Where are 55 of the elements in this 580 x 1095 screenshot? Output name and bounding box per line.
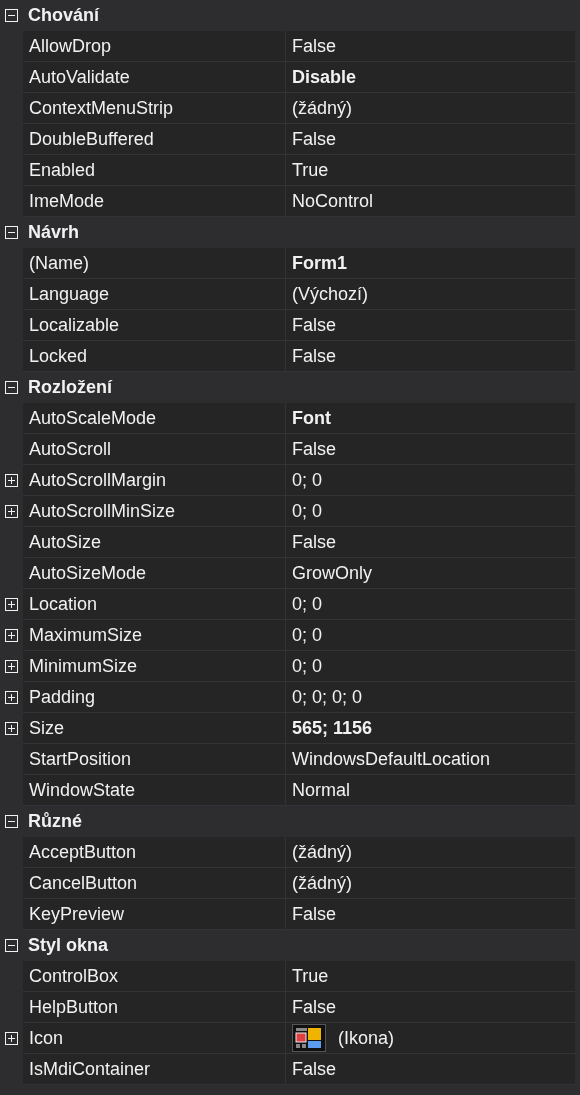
property-value[interactable]: Font — [292, 407, 331, 429]
category-header[interactable]: Rozložení — [23, 372, 112, 403]
property-value[interactable]: False — [292, 903, 336, 925]
expand-icon[interactable] — [5, 660, 18, 673]
expand-icon[interactable] — [5, 722, 18, 735]
category-header[interactable]: Styl okna — [23, 930, 109, 961]
property-value[interactable]: 565; 1156 — [292, 717, 373, 739]
collapse-icon[interactable] — [5, 226, 18, 239]
property-value[interactable]: (žádný) — [292, 872, 353, 894]
property-value[interactable]: 0; 0 — [292, 469, 323, 491]
category-header[interactable]: Návrh — [23, 217, 80, 248]
property-value[interactable]: Disable — [292, 66, 357, 88]
property-value[interactable]: True — [292, 965, 329, 987]
property-value[interactable]: 0; 0 — [292, 655, 323, 677]
property-value[interactable]: GrowOnly — [292, 562, 372, 584]
category-header[interactable]: Různé — [23, 806, 82, 837]
collapse-icon[interactable] — [5, 815, 18, 828]
collapse-icon[interactable] — [5, 939, 18, 952]
property-value[interactable]: 0; 0 — [292, 500, 323, 522]
property-value[interactable]: False — [292, 531, 336, 553]
property-name[interactable]: (Name) — [29, 252, 89, 274]
expand-icon[interactable] — [5, 1032, 18, 1045]
collapse-icon[interactable] — [5, 9, 18, 22]
expand-icon[interactable] — [5, 691, 18, 704]
property-value[interactable]: False — [292, 345, 336, 367]
expand-icon[interactable] — [5, 505, 18, 518]
expand-icon[interactable] — [5, 474, 18, 487]
property-value[interactable]: False — [292, 438, 336, 460]
property-name[interactable]: AutoSize — [29, 531, 102, 553]
property-value[interactable]: 0; 0 — [292, 624, 323, 646]
property-value[interactable]: False — [292, 314, 336, 336]
image-icon — [292, 1024, 326, 1052]
property-value[interactable]: False — [292, 128, 336, 150]
property-value[interactable]: Normal — [292, 779, 350, 801]
property-value[interactable]: False — [292, 996, 336, 1018]
property-value[interactable]: (Výchozí) — [292, 283, 369, 305]
property-name[interactable]: Padding — [29, 686, 96, 708]
property-name[interactable]: Enabled — [29, 159, 96, 181]
property-name[interactable]: Locked — [29, 345, 88, 367]
category-header[interactable]: Chování — [23, 0, 99, 31]
property-value[interactable]: Form1 — [292, 252, 347, 274]
property-value[interactable]: (žádný) — [292, 841, 353, 863]
property-value[interactable]: 0; 0; 0; 0 — [292, 686, 363, 708]
expand-icon[interactable] — [5, 598, 18, 611]
property-value[interactable]: False — [292, 1058, 336, 1080]
property-value[interactable]: False — [292, 35, 336, 57]
property-value[interactable]: (žádný) — [292, 97, 353, 119]
property-value[interactable]: True — [292, 159, 329, 181]
property-name[interactable]: Location — [29, 593, 98, 615]
property-name[interactable]: Icon — [29, 1027, 64, 1049]
collapse-icon[interactable] — [5, 381, 18, 394]
property-value[interactable]: (Ikona) — [338, 1027, 395, 1049]
expand-icon[interactable] — [5, 629, 18, 642]
property-value[interactable]: 0; 0 — [292, 593, 323, 615]
property-name[interactable]: Size — [29, 717, 64, 739]
